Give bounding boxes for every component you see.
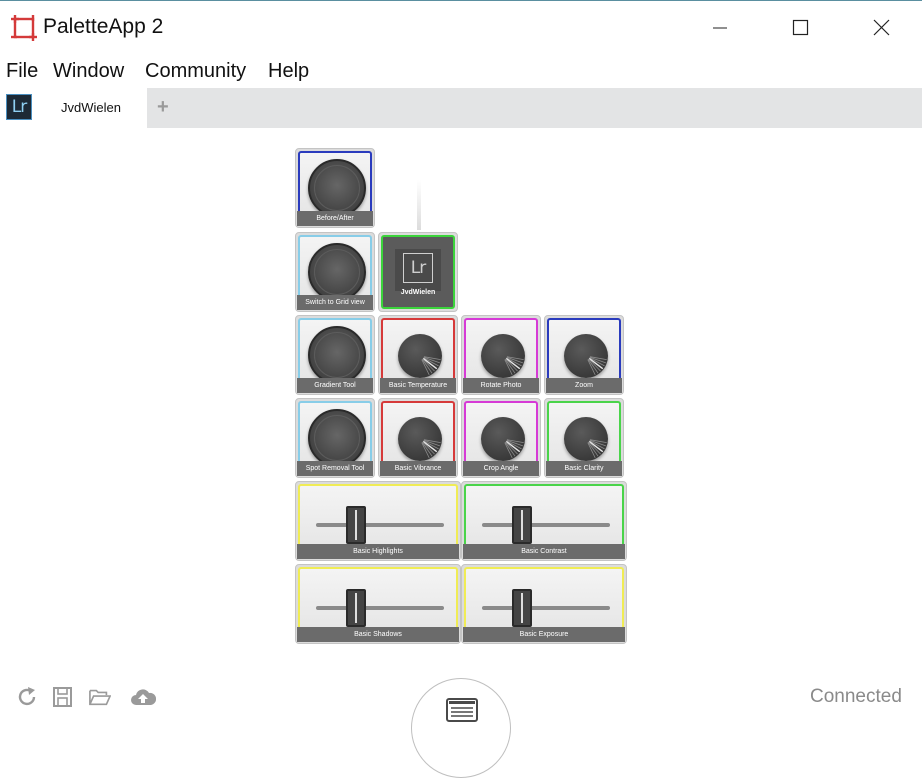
module-label: Spot Removal Tool	[297, 461, 373, 476]
slider-thumb[interactable]	[512, 589, 532, 627]
core-face: Lr JvdWielen	[381, 235, 455, 309]
lightroom-logo-text: Lr	[403, 253, 433, 283]
slider-track	[316, 523, 444, 527]
module-label: Switch to Grid view	[297, 295, 373, 310]
lightroom-logo-icon: Lr	[395, 249, 441, 291]
module-label: Basic Contrast	[463, 544, 625, 559]
button-knob[interactable]	[308, 409, 366, 467]
module-label: Crop Angle	[463, 461, 539, 476]
module-gradient-tool[interactable]: Gradient Tool	[295, 315, 375, 395]
button-knob[interactable]	[308, 243, 366, 301]
dial-indicator-icon	[504, 439, 524, 459]
tab-jvdwielen[interactable]: Lr JvdWielen	[0, 88, 147, 128]
dial-indicator-icon	[587, 439, 607, 459]
module-crop-angle[interactable]: Crop Angle	[461, 398, 541, 478]
core-stem	[417, 180, 421, 230]
maximize-button[interactable]	[778, 8, 824, 48]
module-basic-clarity[interactable]: Basic Clarity	[544, 398, 624, 478]
dial-indicator-icon	[587, 356, 607, 376]
open-folder-icon[interactable]	[89, 687, 111, 707]
add-tab-button[interactable]: +	[157, 96, 169, 119]
menu-window[interactable]: Window	[53, 60, 124, 83]
module-label: Basic Exposure	[463, 627, 625, 642]
crop-logo-icon	[11, 15, 37, 41]
refresh-icon[interactable]	[17, 687, 39, 707]
dial-knob[interactable]	[564, 417, 608, 461]
slider-track	[482, 606, 610, 610]
module-basic-temperature[interactable]: Basic Temperature	[378, 315, 458, 395]
module-spot-removal[interactable]: Spot Removal Tool	[295, 398, 375, 478]
menu-community[interactable]: Community	[145, 60, 246, 83]
lightroom-icon: Lr	[6, 94, 32, 120]
module-label: Basic Vibrance	[380, 461, 456, 476]
dial-indicator-icon	[421, 356, 441, 376]
module-grid-view[interactable]: Switch to Grid view	[295, 232, 375, 312]
close-icon	[873, 19, 890, 36]
dial-knob[interactable]	[481, 417, 525, 461]
module-zoom[interactable]: Zoom	[544, 315, 624, 395]
dial-knob[interactable]	[481, 334, 525, 378]
dial-indicator-icon	[421, 439, 441, 459]
title-bar: PaletteApp 2	[0, 1, 922, 53]
minimize-icon	[713, 27, 727, 29]
menu-file[interactable]: File	[6, 60, 38, 83]
module-basic-exposure[interactable]: Basic Exposure	[461, 564, 627, 644]
slider-thumb[interactable]	[512, 506, 532, 544]
menu-help[interactable]: Help	[268, 60, 309, 83]
core-profile-name: JvdWielen	[400, 289, 436, 296]
module-before-after[interactable]: Before/After	[295, 148, 375, 228]
module-label: Basic Highlights	[297, 544, 459, 559]
connection-status: Connected	[810, 686, 902, 707]
module-label: Basic Clarity	[546, 461, 622, 476]
dial-knob[interactable]	[398, 334, 442, 378]
dial-knob[interactable]	[398, 417, 442, 461]
profile-tab-bar: Lr JvdWielen +	[0, 88, 922, 128]
module-basic-contrast[interactable]: Basic Contrast	[461, 481, 627, 561]
module-label: Basic Shadows	[297, 627, 459, 642]
close-button[interactable]	[859, 8, 905, 48]
module-basic-highlights[interactable]: Basic Highlights	[295, 481, 461, 561]
module-label: Gradient Tool	[297, 378, 373, 393]
button-knob[interactable]	[308, 159, 366, 217]
module-rotate-photo[interactable]: Rotate Photo	[461, 315, 541, 395]
list-menu-icon	[446, 698, 478, 722]
module-basic-vibrance[interactable]: Basic Vibrance	[378, 398, 458, 478]
slider-thumb[interactable]	[346, 506, 366, 544]
palette-menu-button[interactable]	[411, 678, 511, 778]
maximize-icon	[792, 19, 809, 36]
dial-knob[interactable]	[564, 334, 608, 378]
module-label: Zoom	[546, 378, 622, 393]
module-basic-shadows[interactable]: Basic Shadows	[295, 564, 461, 644]
dial-indicator-icon	[504, 356, 524, 376]
module-label: Basic Temperature	[380, 378, 456, 393]
tab-label: JvdWielen	[61, 100, 121, 115]
button-knob[interactable]	[308, 326, 366, 384]
minimize-button[interactable]	[698, 8, 744, 48]
slider-thumb[interactable]	[346, 589, 366, 627]
module-label: Rotate Photo	[463, 378, 539, 393]
slider-track	[482, 523, 610, 527]
cloud-upload-icon[interactable]	[130, 687, 156, 707]
core-module[interactable]: Lr JvdWielen	[378, 232, 458, 312]
module-label: Before/After	[297, 211, 373, 226]
window-title: PaletteApp 2	[43, 15, 164, 38]
slider-track	[316, 606, 444, 610]
save-icon[interactable]	[52, 687, 74, 707]
